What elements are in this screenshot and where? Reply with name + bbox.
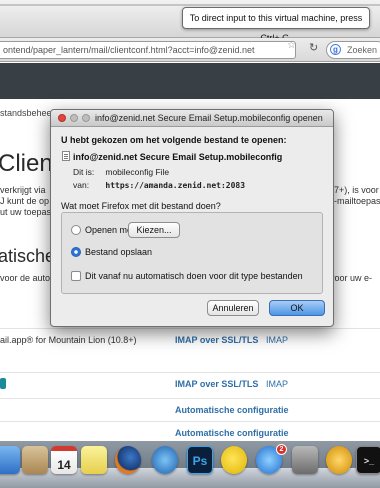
cancel-button[interactable]: Annuleren — [207, 300, 259, 316]
vm-input-tooltip: To direct input to this virtual machine,… — [182, 7, 370, 43]
file-name: info@zenid.net Secure Email Setup.mobile… — [73, 152, 283, 162]
file-type-label: Dit is: — [73, 167, 95, 177]
paragraph-line: J kunt de op — [0, 196, 50, 206]
remember-checkbox[interactable] — [71, 271, 81, 281]
firefox-icon[interactable] — [115, 446, 141, 474]
google-icon[interactable]: g — [330, 44, 341, 55]
client-icon — [0, 378, 6, 389]
file-type-value: mobileconfig File — [105, 167, 170, 177]
zoom-icon — [82, 114, 90, 122]
dialog-heading: U hebt gekozen om het volgende bestand t… — [61, 135, 287, 145]
ok-button[interactable]: OK — [269, 300, 325, 316]
navigation-toolbar: ontend/paper_lantern/mail/clientconf.htm… — [0, 38, 380, 62]
notes-icon[interactable] — [81, 446, 107, 474]
config-link[interactable]: IMAP over SSL/TLS — [175, 335, 258, 345]
paragraph-line-right: 7+), is voor c — [334, 185, 380, 195]
cyberduck-icon[interactable] — [221, 446, 247, 474]
contacts-icon[interactable] — [22, 446, 48, 474]
client-name: ail.app® for Mountain Lion (10.8+) — [0, 335, 137, 345]
star-icon[interactable]: ☆ — [287, 40, 296, 51]
source-label: van: — [73, 180, 90, 190]
system-preferences-icon[interactable] — [292, 446, 318, 474]
section-paragraph: voor de autor — [0, 273, 54, 283]
protocol-link[interactable]: IMAP — [266, 379, 288, 389]
tab-edge — [0, 4, 380, 6]
file-type-row: Dit is: mobileconfig File — [73, 167, 169, 177]
file-icon — [62, 151, 70, 161]
terminal-icon[interactable]: >_ — [356, 446, 380, 474]
table-row: Automatische configuratie — [0, 398, 380, 420]
config-link[interactable]: IMAP over SSL/TLS — [175, 379, 258, 389]
paragraph-line: verkrijgt via — [0, 185, 46, 195]
action-options-group: Openen met Kiezen... Bestand opslaan Dit… — [61, 212, 323, 294]
config-link[interactable]: Automatische configuratie — [175, 428, 289, 438]
finder-icon[interactable] — [0, 446, 20, 474]
save-file-radio[interactable] — [71, 247, 81, 257]
calendar-icon[interactable]: 14 — [51, 446, 77, 474]
paragraph-line: ut uw toepass — [0, 207, 56, 217]
page-header-bar — [0, 63, 380, 99]
minimize-icon — [70, 114, 78, 122]
dialog-title: info@zenid.net Secure Email Setup.mobile… — [95, 113, 323, 123]
file-open-dialog: info@zenid.net Secure Email Setup.mobile… — [50, 109, 334, 327]
close-icon[interactable] — [58, 114, 66, 122]
url-input[interactable]: ontend/paper_lantern/mail/clientconf.htm… — [0, 41, 296, 59]
table-row: IMAP over SSL/TLS IMAP — [0, 372, 380, 394]
table-row: ail.app® for Mountain Lion (10.8+) IMAP … — [0, 328, 380, 350]
paragraph-line-right: -mailtoepass — [334, 196, 380, 206]
open-with-radio[interactable] — [71, 225, 81, 235]
reload-icon[interactable]: ↻ — [309, 41, 318, 54]
section-paragraph-right: voor uw e- — [330, 273, 373, 283]
config-link[interactable]: Automatische configuratie — [175, 405, 289, 415]
remember-label[interactable]: Dit vanaf nu automatisch doen voor dit t… — [85, 271, 303, 281]
table-row: Automatische configuratie — [0, 421, 380, 441]
source-value: https://amanda.zenid.net:2083 — [105, 181, 246, 190]
coin-icon[interactable] — [326, 446, 352, 474]
source-row: van: https://amanda.zenid.net:2083 — [73, 180, 245, 190]
action-question: Wat moet Firefox met dit bestand doen? — [61, 201, 221, 211]
breadcrumb[interactable]: standsbeheer — [0, 108, 55, 118]
section-title: atische — [0, 246, 56, 266]
photoshop-icon[interactable]: Ps — [187, 446, 213, 474]
save-file-label[interactable]: Bestand opslaan — [85, 247, 152, 257]
itunes-icon[interactable] — [152, 446, 178, 474]
protocol-link[interactable]: IMAP — [266, 335, 288, 345]
notification-badge: 2 — [276, 444, 287, 455]
dialog-titlebar[interactable]: info@zenid.net Secure Email Setup.mobile… — [51, 110, 333, 127]
choose-app-button[interactable]: Kiezen... — [128, 222, 180, 238]
